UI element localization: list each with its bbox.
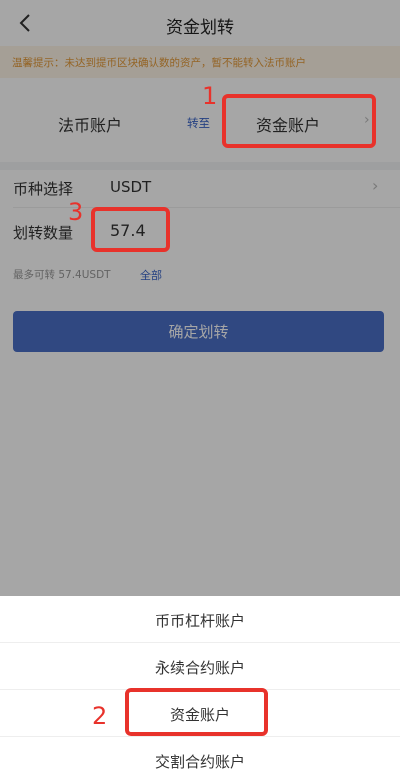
step-marker: 3 — [68, 198, 84, 226]
highlight-box — [91, 207, 170, 252]
modal-overlay[interactable] — [0, 0, 400, 596]
account-option[interactable]: 永续合约账户 — [0, 643, 400, 690]
account-option[interactable]: 币币杠杆账户 — [0, 596, 400, 643]
step-marker: 2 — [92, 702, 108, 730]
step-marker: 1 — [202, 82, 218, 110]
highlight-box — [125, 688, 268, 736]
highlight-box — [222, 94, 376, 148]
account-option[interactable]: 交割合约账户 — [0, 737, 400, 783]
